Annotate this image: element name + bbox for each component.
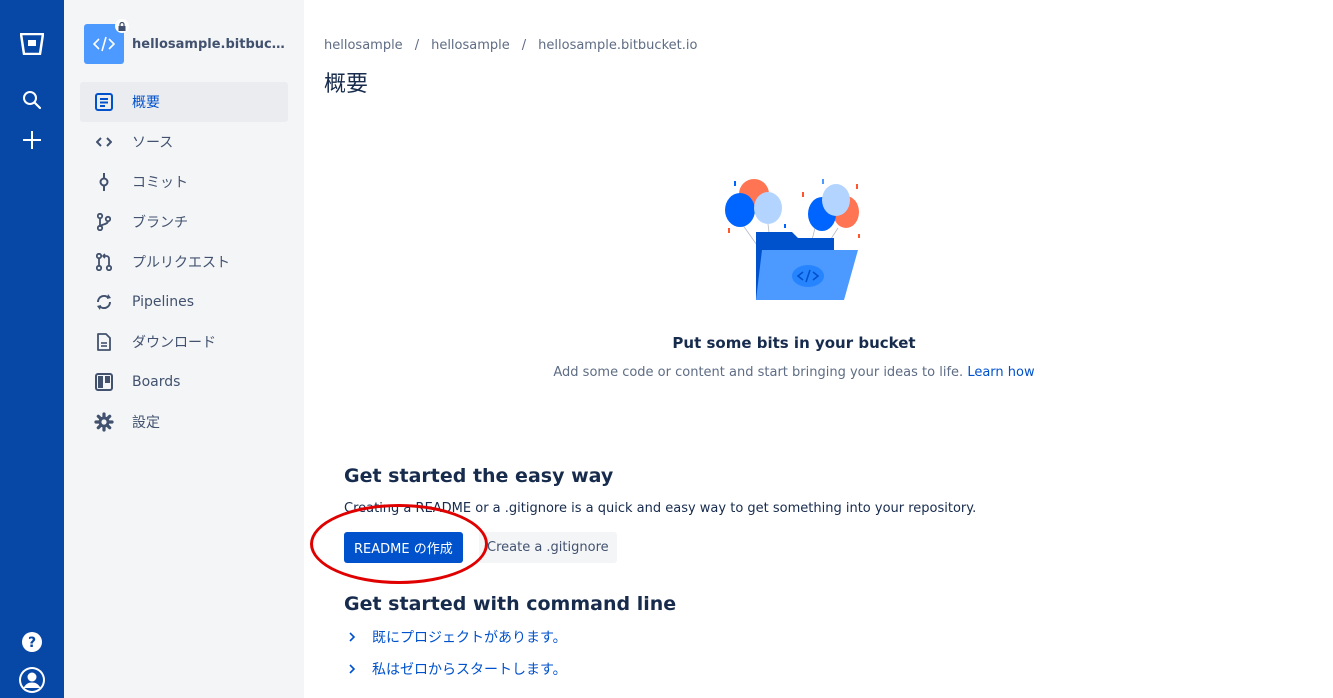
boards-icon [94, 372, 114, 392]
download-icon [94, 332, 114, 352]
search-icon[interactable] [16, 84, 48, 116]
sidebar-item-label: ダウンロード [132, 335, 216, 351]
start-from-scratch-link[interactable]: 私はゼロからスタートします。 [348, 659, 567, 679]
chevron-right-icon [348, 664, 360, 674]
existing-project-link[interactable]: 既にプロジェクトがあります。 [348, 627, 567, 647]
sidebar-item-label: ブランチ [132, 215, 188, 231]
breadcrumb: hellosample / hellosample / hellosample.… [324, 38, 697, 53]
sidebar-item-pipelines[interactable]: Pipelines [80, 282, 288, 322]
sidebar-nav: 概要 ソース コミット ブランチ プルリクエスト Pipelines ダウンロー… [80, 82, 288, 442]
sidebar-item-label: ソース [132, 135, 174, 151]
page-title: 概要 [324, 72, 369, 97]
sidebar-item-boards[interactable]: Boards [80, 362, 288, 402]
easy-way-description: Creating a README or a .gitignore is a q… [344, 501, 977, 516]
breadcrumb-item[interactable]: hellosample.bitbucket.io [538, 38, 697, 53]
sidebar-item-pull-requests[interactable]: プルリクエスト [80, 242, 288, 282]
sidebar-item-overview[interactable]: 概要 [80, 82, 288, 122]
create-icon[interactable] [16, 124, 48, 156]
source-code-icon [94, 132, 114, 152]
bitbucket-logo-icon[interactable] [16, 28, 48, 60]
breadcrumb-item[interactable]: hellosample [431, 38, 510, 53]
breadcrumb-item[interactable]: hellosample [324, 38, 403, 53]
sidebar-item-settings[interactable]: 設定 [80, 402, 288, 442]
easy-way-heading: Get started the easy way [344, 465, 614, 487]
branch-icon [94, 212, 114, 232]
create-readme-button[interactable]: README の作成 [344, 532, 463, 563]
svg-text:?: ? [28, 635, 36, 651]
repo-name: hellosample.bitbucket.... [132, 36, 292, 52]
sidebar-item-label: コミット [132, 175, 188, 191]
empty-state-text: Add some code or content and start bring… [553, 365, 964, 380]
command-line-option-label: 既にプロジェクトがあります。 [372, 630, 567, 646]
sidebar-item-downloads[interactable]: ダウンロード [80, 322, 288, 362]
commit-icon [94, 172, 114, 192]
code-icon [93, 36, 115, 52]
empty-bucket-illustration [725, 179, 860, 300]
overview-icon [94, 92, 114, 112]
empty-state-description: Add some code or content and start bring… [304, 365, 1284, 380]
pipelines-icon [94, 292, 114, 312]
command-line-heading: Get started with command line [344, 593, 677, 615]
sidebar-item-label: Boards [132, 374, 181, 390]
sidebar-item-label: 概要 [132, 95, 160, 111]
help-icon[interactable]: ? [16, 626, 48, 658]
global-nav: ? [0, 0, 64, 698]
sidebar: hellosample.bitbucket.... 概要 ソース コミット ブラ… [64, 0, 304, 698]
pull-request-icon [94, 252, 114, 272]
create-gitignore-button[interactable]: Create a .gitignore [479, 532, 617, 563]
repo-avatar [84, 19, 129, 64]
sidebar-item-label: 設定 [132, 415, 160, 431]
sidebar-item-commits[interactable]: コミット [80, 162, 288, 202]
breadcrumb-separator: / [521, 38, 527, 53]
main-content: hellosample / hellosample / hellosample.… [304, 0, 1333, 698]
sidebar-item-label: Pipelines [132, 294, 195, 310]
sidebar-item-branches[interactable]: ブランチ [80, 202, 288, 242]
profile-avatar-icon[interactable] [16, 664, 48, 696]
empty-state-title: Put some bits in your bucket [672, 334, 916, 352]
sidebar-item-source[interactable]: ソース [80, 122, 288, 162]
command-line-option-label: 私はゼロからスタートします。 [372, 662, 567, 678]
learn-how-link[interactable]: Learn how [967, 365, 1034, 380]
lock-icon [115, 19, 129, 33]
sidebar-item-label: プルリクエスト [132, 255, 230, 271]
chevron-right-icon [348, 632, 360, 642]
settings-icon [94, 412, 114, 432]
breadcrumb-separator: / [414, 38, 420, 53]
repo-header[interactable]: hellosample.bitbucket.... [84, 19, 292, 64]
